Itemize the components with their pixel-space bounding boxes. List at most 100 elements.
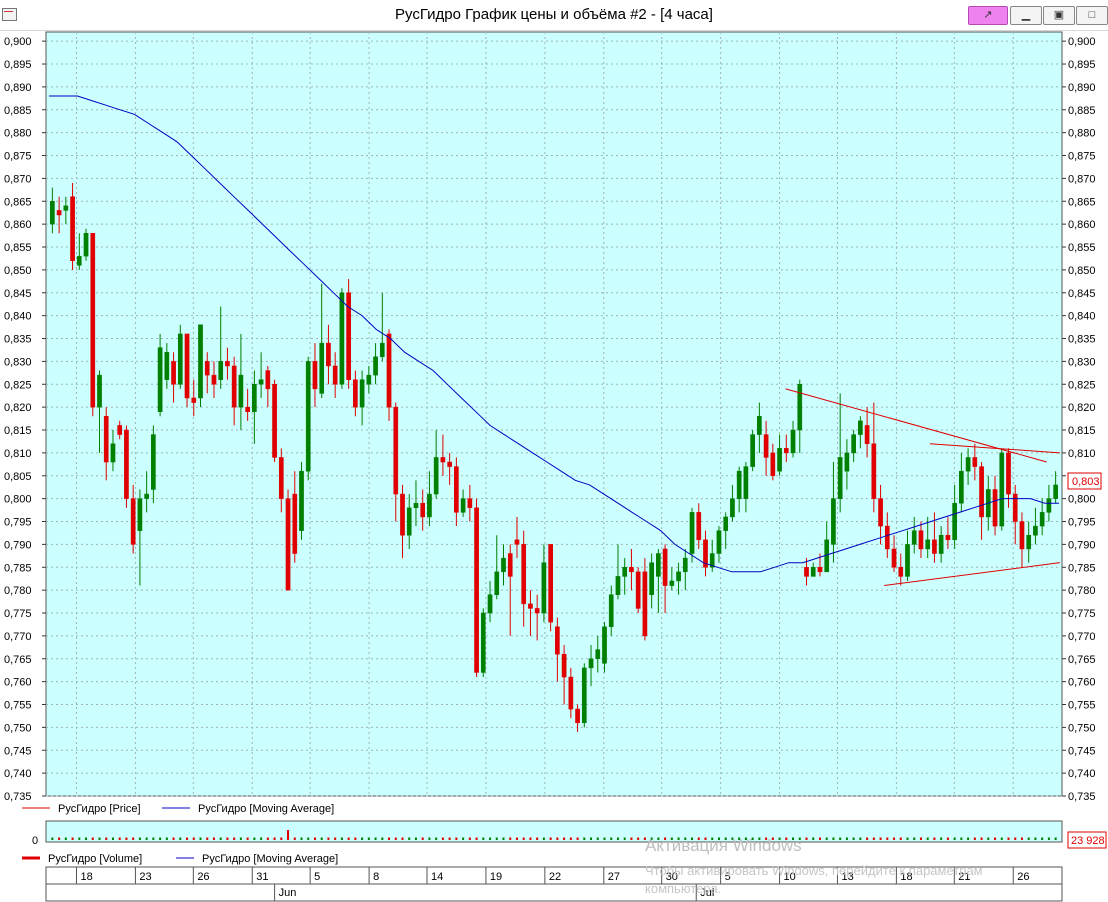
candle-body — [406, 507, 412, 536]
volume-bar — [1027, 837, 1030, 840]
volume-bar — [64, 837, 67, 840]
candle-body — [999, 452, 1005, 527]
candle-body — [1033, 525, 1038, 536]
candle-body — [487, 594, 493, 614]
candle-body — [561, 653, 567, 678]
volume-bar — [502, 837, 505, 840]
volume-bar — [159, 837, 162, 840]
volume-bar — [893, 837, 896, 840]
y-tick-label-right: 0,810 — [1068, 448, 1096, 460]
candle-body — [656, 553, 661, 577]
volume-bar — [576, 837, 579, 840]
y-tick-label-left: 0,830 — [4, 356, 32, 368]
candle-body — [629, 567, 634, 573]
y-tick-label-right: 0,875 — [1068, 151, 1096, 163]
volume-bar — [280, 837, 283, 840]
volume-bar — [542, 837, 545, 840]
candle-body — [541, 562, 547, 614]
volume-bar — [724, 837, 727, 840]
candle-body — [373, 356, 378, 376]
y-tick-label-left: 0,900 — [4, 36, 32, 48]
candle-body — [851, 434, 856, 454]
volume-bar — [239, 837, 242, 840]
volume-bar — [111, 837, 114, 840]
candle-body — [831, 498, 836, 545]
volume-bar — [51, 837, 54, 840]
y-tick-label-left: 0,805 — [4, 471, 32, 483]
candle-body — [305, 361, 311, 472]
candle-body — [898, 567, 904, 577]
volume-bar — [946, 837, 949, 840]
volume-bar — [509, 837, 512, 840]
y-tick-label-left: 0,775 — [4, 608, 32, 620]
volume-bar — [879, 837, 882, 840]
x-month-label: Jul — [700, 887, 714, 899]
volume-bar — [691, 837, 694, 840]
volume-bar — [973, 837, 976, 840]
y-tick-label-right: 0,865 — [1068, 196, 1096, 208]
pin-button[interactable]: ↗ — [968, 6, 1008, 25]
volume-bar — [374, 837, 377, 840]
candle-body — [63, 205, 69, 211]
price-legend: РусГидро [Price] РусГидро [Moving Averag… — [22, 803, 334, 815]
volume-bar — [98, 837, 101, 840]
volume-bar — [1014, 837, 1017, 840]
candle-body — [864, 425, 870, 444]
volume-bar — [610, 837, 613, 840]
candle-body — [231, 365, 237, 408]
y-tick-label-right: 0,735 — [1068, 791, 1096, 803]
volume-bar — [563, 837, 566, 840]
candle — [272, 379, 277, 463]
price-panel[interactable] — [45, 31, 1063, 797]
y-tick-label-right: 0,855 — [1068, 242, 1096, 254]
candle-body — [494, 571, 500, 595]
candle-body — [878, 498, 883, 527]
volume-bar — [711, 837, 714, 840]
candle — [83, 228, 89, 261]
volume-bar — [307, 837, 310, 840]
volume-panel[interactable] — [45, 820, 1063, 843]
candle-body — [945, 534, 951, 541]
x-day-label: 19 — [490, 871, 502, 883]
volume-bar — [388, 837, 391, 840]
y-tick-label-right: 0,745 — [1068, 745, 1096, 757]
volume-bar — [825, 837, 828, 840]
volume-bar — [704, 837, 707, 840]
volume-bar — [421, 837, 424, 840]
candle-body — [292, 493, 298, 554]
candle-body — [117, 425, 123, 435]
restore-button[interactable]: ▣ — [1043, 6, 1075, 25]
close-button[interactable]: □ — [1076, 6, 1108, 25]
y-tick-label-right: 0,895 — [1068, 59, 1096, 71]
candle-body — [1006, 452, 1011, 495]
volume-bar — [953, 837, 956, 840]
y-tick-label-left: 0,835 — [4, 334, 32, 346]
y-tick-label-right: 0,885 — [1068, 105, 1096, 117]
candle-body — [952, 502, 957, 541]
x-day-label: 14 — [431, 871, 443, 883]
minimize-button[interactable]: ▁ — [1010, 6, 1042, 25]
candle-body — [474, 507, 479, 673]
candle-body — [979, 466, 984, 518]
legend-price: РусГидро [Price] — [58, 803, 141, 815]
volume-bar — [913, 837, 916, 840]
volume-bar — [765, 837, 768, 840]
volume-bar — [906, 837, 909, 840]
y-tick-label-right: 0,850 — [1068, 265, 1096, 277]
candle-body — [379, 342, 385, 358]
candle-body — [1053, 484, 1058, 499]
candle-body — [959, 470, 964, 504]
volume-bar — [886, 837, 889, 840]
candle-body — [130, 498, 136, 545]
candle-body — [211, 374, 217, 385]
volume-bar — [361, 837, 364, 840]
volume-bar — [367, 837, 370, 840]
volume-bar — [394, 837, 397, 840]
y-tick-label-left: 0,875 — [4, 151, 32, 163]
y-tick-label-right: 0,860 — [1068, 219, 1096, 231]
volume-bar — [293, 837, 296, 840]
legend-volume-ma: РусГидро [Moving Average] — [202, 853, 338, 865]
candle-body — [548, 544, 553, 623]
price-volume-chart[interactable]: 0,900 0,900 0,895 0,895 0,890 0,890 0,885 0,885… — [0, 30, 1108, 902]
volume-bar — [630, 837, 633, 840]
